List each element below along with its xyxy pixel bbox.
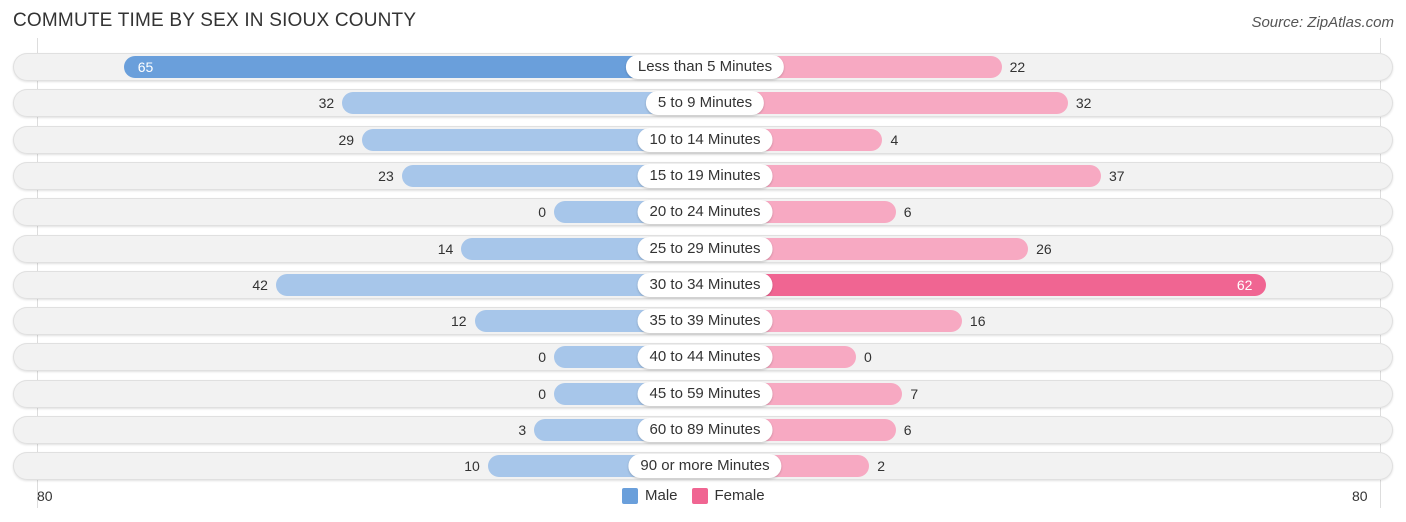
- value-male: 65: [137, 59, 154, 75]
- value-female: 16: [969, 313, 986, 330]
- value-male: 0: [538, 385, 546, 402]
- legend-swatch-female: [691, 487, 708, 504]
- legend-swatch-male: [622, 487, 638, 504]
- source-label: Source: ZipAtlas.com: [1251, 14, 1394, 31]
- axis-label-left: 80: [37, 488, 53, 504]
- value-male: 29: [338, 131, 355, 148]
- bar-male: [123, 56, 705, 78]
- category-label: 35 to 39 Minutes: [637, 309, 773, 334]
- chart-title: COMMUTE TIME BY SEX IN SIOUX COUNTY: [13, 10, 417, 31]
- value-male: 32: [318, 95, 335, 112]
- category-label: 40 to 44 Minutes: [637, 345, 773, 370]
- value-female: 2: [877, 458, 886, 475]
- category-label: 25 to 29 Minutes: [637, 236, 773, 261]
- value-male: 3: [518, 422, 527, 438]
- category-label: 10 to 14 Minutes: [637, 127, 773, 152]
- legend-item-male: Male: [622, 487, 678, 504]
- value-female: 6: [903, 204, 912, 221]
- legend-label-female: Female: [714, 487, 765, 504]
- value-male: 42: [252, 276, 268, 293]
- bar-female: [705, 273, 1267, 296]
- category-label: 15 to 19 Minutes: [637, 163, 773, 188]
- value-female: 32: [1075, 95, 1092, 112]
- legend-label-male: Male: [645, 487, 678, 504]
- category-label: 45 to 59 Minutes: [637, 381, 773, 406]
- value-female: 37: [1108, 167, 1125, 184]
- value-female: 7: [910, 385, 919, 402]
- category-label: 30 to 34 Minutes: [637, 272, 773, 297]
- value-female: 22: [1009, 59, 1026, 75]
- value-male: 0: [538, 204, 546, 221]
- value-male: 14: [437, 240, 454, 257]
- category-label: 60 to 89 Minutes: [637, 418, 773, 442]
- value-female: 62: [1236, 276, 1253, 293]
- category-label: 90 or more Minutes: [628, 454, 782, 479]
- value-female: 6: [903, 422, 912, 438]
- value-male: 23: [378, 167, 394, 184]
- legend: Male Female: [622, 487, 765, 504]
- category-label: 5 to 9 Minutes: [645, 91, 765, 116]
- value-male: 0: [538, 349, 546, 366]
- category-label: Less than 5 Minutes: [625, 55, 785, 79]
- value-female: 26: [1036, 240, 1052, 257]
- value-male: 12: [450, 313, 467, 330]
- value-male: 10: [464, 458, 480, 475]
- axis-label-right: 80: [1352, 488, 1368, 504]
- category-label: 20 to 24 Minutes: [637, 200, 773, 225]
- legend-item-female: Female: [691, 487, 765, 504]
- value-female: 4: [890, 131, 899, 148]
- value-female: 0: [864, 349, 872, 366]
